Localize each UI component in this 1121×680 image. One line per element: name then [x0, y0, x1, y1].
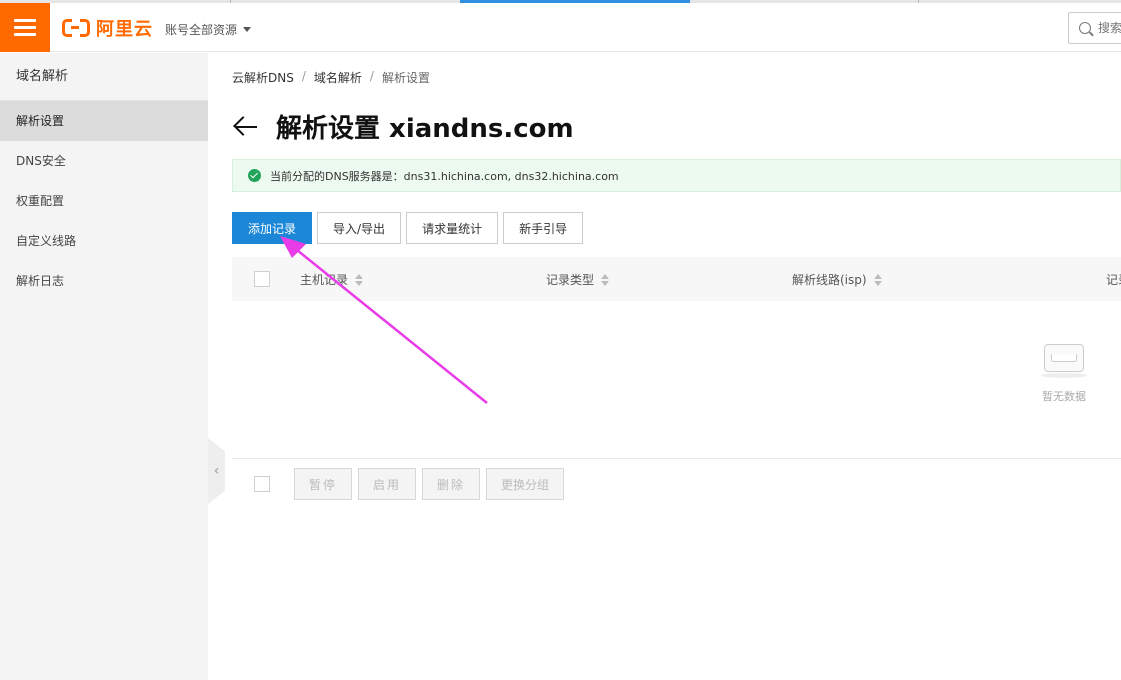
breadcrumb-domain-resolve[interactable]: 域名解析	[314, 69, 362, 86]
menu-button[interactable]	[0, 3, 50, 52]
search-box[interactable]	[1068, 12, 1121, 44]
column-resolve-line[interactable]: 解析线路(isp)	[792, 271, 882, 288]
sort-icon	[601, 273, 610, 286]
breadcrumb-cloud-dns[interactable]: 云解析DNS	[232, 69, 294, 86]
table-header: 主机记录 记录类型 解析线路(isp) 记录	[232, 257, 1121, 301]
top-progress-line	[0, 0, 1121, 3]
sidebar-title: 域名解析	[0, 53, 208, 101]
back-arrow-icon[interactable]	[232, 113, 260, 141]
sidebar-item-resolve-settings[interactable]: 解析设置	[0, 101, 208, 141]
delete-button[interactable]: 删除	[422, 468, 481, 500]
breadcrumb-separator: /	[369, 69, 374, 83]
breadcrumb-current: 解析设置	[381, 71, 430, 85]
add-record-button[interactable]: 添加记录	[232, 212, 313, 244]
pause-button[interactable]: 暂停	[294, 468, 353, 500]
column-label: 记录	[1106, 273, 1121, 287]
aliyun-logo[interactable]: 阿里云	[62, 15, 153, 41]
aliyun-logo-icon	[62, 18, 90, 38]
column-record-type[interactable]: 记录类型	[546, 271, 610, 288]
chevron-left-icon: ‹	[213, 463, 220, 479]
bulk-select-checkbox[interactable]	[254, 476, 270, 492]
empty-text: 暂无数据	[1042, 390, 1086, 403]
account-resources-dropdown[interactable]: 账号全部资源	[165, 21, 252, 38]
sidebar-item-dns-security[interactable]: DNS安全	[0, 141, 208, 181]
page-title: 解析设置 xiandns.com	[276, 114, 574, 144]
column-record-value[interactable]: 记录	[1106, 271, 1121, 288]
sidebar-collapse-handle[interactable]: ‹	[208, 438, 225, 504]
empty-inbox-icon	[1041, 342, 1087, 378]
sidebar-item-weight-config[interactable]: 权重配置	[0, 181, 208, 221]
empty-state: 暂无数据	[1032, 342, 1096, 404]
column-label: 记录类型	[546, 273, 595, 287]
dns-server-notice: 当前分配的DNS服务器是：dns31.hichina.com, dns32.hi…	[232, 159, 1121, 192]
enable-button[interactable]: 启用	[358, 468, 417, 500]
sidebar-item-resolve-log[interactable]: 解析日志	[0, 261, 208, 301]
check-circle-icon	[248, 169, 261, 182]
search-icon	[1079, 22, 1091, 34]
caret-down-icon	[243, 27, 252, 32]
sidebar: 域名解析 解析设置 DNS安全 权重配置 自定义线路 解析日志	[0, 53, 208, 680]
breadcrumb-separator: /	[301, 69, 306, 83]
divider	[232, 458, 1121, 459]
hamburger-icon	[14, 19, 36, 36]
select-all-checkbox[interactable]	[254, 271, 270, 287]
logo-text: 阿里云	[96, 19, 153, 40]
column-label: 主机记录	[300, 273, 349, 287]
account-label: 账号全部资源	[165, 23, 238, 37]
sidebar-item-custom-line[interactable]: 自定义线路	[0, 221, 208, 261]
guide-button[interactable]: 新手引导	[503, 212, 584, 244]
top-bar: 阿里云 账号全部资源	[0, 0, 1121, 52]
dns-server-notice-text: 当前分配的DNS服务器是：dns31.hichina.com, dns32.hi…	[270, 169, 619, 183]
column-label: 解析线路(isp)	[792, 273, 867, 287]
search-input[interactable]	[1098, 21, 1121, 35]
import-export-button[interactable]: 导入/导出	[317, 212, 402, 244]
page-header: 解析设置 xiandns.com	[232, 108, 574, 145]
change-group-button[interactable]: 更换分组	[486, 468, 565, 500]
toolbar: 添加记录 导入/导出 请求量统计 新手引导	[232, 212, 588, 244]
request-stats-button[interactable]: 请求量统计	[406, 212, 499, 244]
bulk-actions: 暂停 启用 删除 更换分组	[232, 467, 1121, 501]
column-host-record[interactable]: 主机记录	[300, 271, 364, 288]
sort-icon	[355, 273, 364, 286]
sort-icon	[873, 273, 882, 286]
breadcrumb: 云解析DNS / 域名解析 / 解析设置	[232, 69, 430, 86]
main-content: 云解析DNS / 域名解析 / 解析设置 解析设置 xiandns.com 当前…	[232, 53, 1121, 680]
